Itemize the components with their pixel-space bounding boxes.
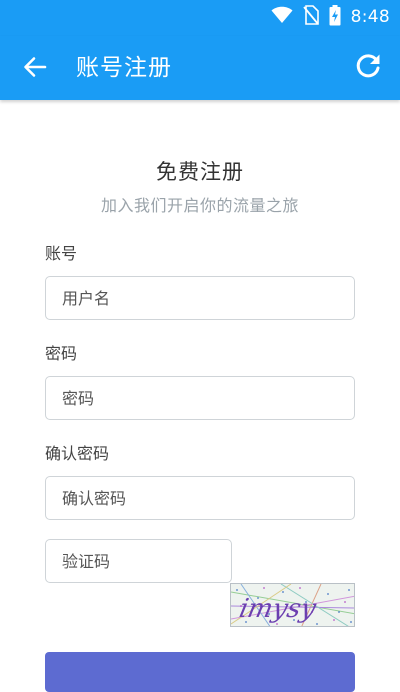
form-subheading: 加入我们开启你的流量之旅 (100, 196, 299, 215)
register-button[interactable] (45, 652, 355, 692)
refresh-button[interactable] (350, 50, 386, 86)
form-heading: 免费注册 (156, 160, 244, 184)
captcha-image[interactable]: imysy (230, 583, 355, 627)
password-label: 密码 (45, 344, 78, 363)
back-button[interactable] (18, 52, 52, 86)
captcha-input[interactable] (45, 539, 232, 583)
wifi-icon (271, 6, 293, 28)
status-time: 8:48 (350, 7, 390, 27)
status-bar: 8:48 (0, 0, 400, 36)
battery-charging-icon (329, 4, 341, 30)
username-input[interactable] (45, 276, 355, 320)
app-bar: 账号注册 (0, 36, 400, 100)
status-icons: 8:48 (271, 4, 390, 30)
no-sim-icon (302, 5, 319, 29)
confirm-password-label: 确认密码 (45, 444, 110, 463)
confirm-password-input[interactable] (45, 476, 355, 520)
refresh-icon (354, 52, 382, 84)
arrow-left-icon (23, 56, 47, 82)
password-input[interactable] (45, 376, 355, 420)
page-title: 账号注册 (76, 55, 172, 81)
captcha-text: imysy (237, 594, 320, 624)
account-label: 账号 (45, 244, 78, 263)
